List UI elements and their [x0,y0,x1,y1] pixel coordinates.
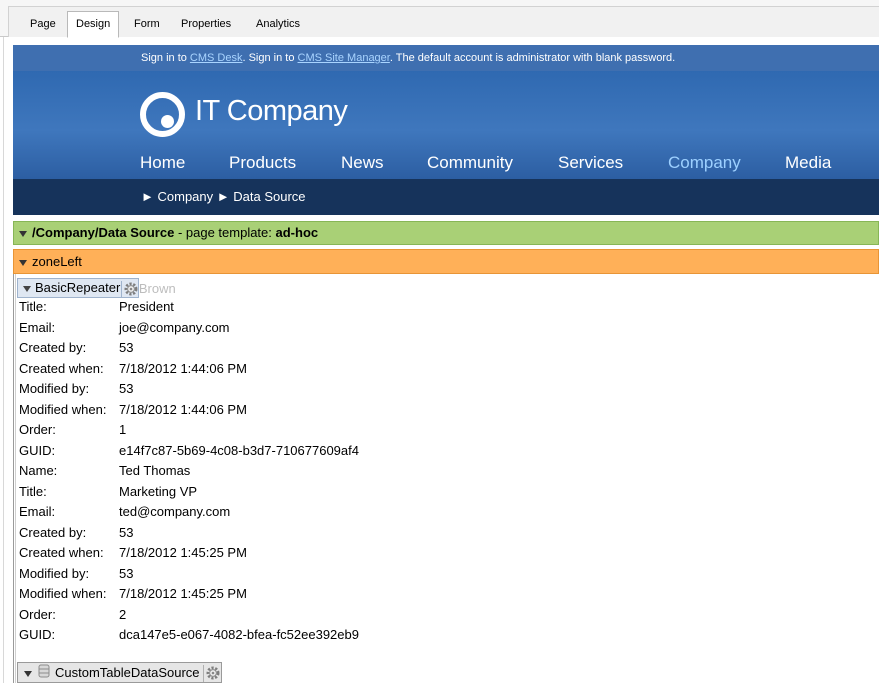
field-label: Modified by: [19,381,90,396]
field-label: GUID: [19,442,56,458]
field-label: Name: [19,463,58,478]
database-icon [37,664,51,683]
datasource-label: CustomTableDataSource [55,665,200,680]
page-frame-line [3,37,4,683]
breadcrumb-separator: ► [216,189,230,204]
field-value: ted@company.com [119,504,231,519]
field-value: 53 [119,381,134,396]
field-label: Title: [19,299,47,314]
webpart-label: BasicRepeater [35,280,121,295]
logo-dot [161,115,174,128]
field-label: Email: [19,504,56,519]
field-value: 7/18/2012 1:45:25 PM [119,545,247,560]
tab-form[interactable]: Form [126,13,168,37]
field-label: Order: [19,606,56,622]
page-template-label: - page template: [174,225,276,240]
gear-icon[interactable] [202,665,221,683]
field-value: 7/18/2012 1:45:25 PM [119,586,247,601]
nav-media[interactable]: Media [785,153,831,173]
signin-text-2: . Sign in to [242,52,298,64]
field-value: 1 [119,422,127,437]
breadcrumb: ► Company ► Data Source [13,179,879,215]
nav-company[interactable]: Company [668,153,741,173]
site-logo-text[interactable]: IT Company [195,95,348,128]
breadcrumb-item-company[interactable]: Company [158,189,214,204]
nav-products[interactable]: Products [229,153,296,173]
field-value: 53 [119,524,134,540]
field-value: 2 [119,606,127,622]
site-header: IT Company Home Products News Community … [13,71,879,179]
cms-desk-link[interactable]: CMS Desk [190,52,243,64]
signin-text-1: Sign in to [141,52,190,64]
triangle-down-icon[interactable] [19,259,27,266]
webpart-header[interactable]: BasicRepeater [17,278,140,298]
field-label: Modified when: [19,586,107,601]
field-label: Created by: [19,524,87,540]
field-label: Created when: [19,545,104,560]
page-template-bar[interactable]: /Company/Data Source - page template: ad… [13,221,879,245]
field-value: 53 [119,565,134,581]
field-label: Modified by: [19,565,90,581]
field-value: dca147e5-e067-4082-bfea-fc52ee392eb9 [119,627,359,642]
breadcrumb-separator: ► [141,189,154,204]
field-label: Order: [19,422,56,437]
signin-text-3: . The default account is administrator w… [389,52,676,64]
tab-page[interactable]: Page [22,13,64,37]
nav-services[interactable]: Services [558,153,623,173]
field-label: Title: [19,483,47,499]
field-value: 7/18/2012 1:44:06 PM [119,360,247,376]
tab-properties[interactable]: Properties [173,13,239,37]
cms-site-manager-link[interactable]: CMS Site Manager [298,52,390,64]
datasource-webpart-header[interactable]: CustomTableDataSource [17,662,222,683]
triangle-down-icon[interactable] [24,670,32,677]
field-value: Marketing VP [119,483,198,499]
field-value: Ted Thomas [119,463,191,478]
field-value: President [119,299,174,314]
field-label: Modified when: [19,401,107,417]
gear-icon[interactable] [121,280,138,297]
editor-tabbar: Page Design Form Properties Analytics [0,0,879,38]
page-path: /Company/Data Source [32,225,175,240]
zone-frame [13,274,16,683]
nav-home[interactable]: Home [140,153,185,173]
signin-notice: Sign in to CMS Desk. Sign in to CMS Site… [13,45,879,71]
field-value: 7/18/2012 1:44:06 PM [119,401,247,417]
zone-bar[interactable]: zoneLeft [13,249,879,274]
tab-design[interactable]: Design [67,11,120,38]
triangle-down-icon[interactable] [19,230,27,237]
field-label: GUID: [19,627,56,642]
field-value: joe@company.com [119,319,230,335]
breadcrumb-item-data-source[interactable]: Data Source [233,189,305,204]
field-value: e14f7c87-5b69-4c08-b3d7-710677609af4 [119,442,359,458]
nav-community[interactable]: Community [427,153,513,173]
zone-label: zoneLeft [32,254,82,269]
field-label: Created when: [19,360,104,376]
field-label: Email: [19,319,56,335]
triangle-down-icon[interactable] [23,285,31,292]
page-template-name: ad-hoc [275,225,319,240]
field-label: Created by: [19,340,87,355]
tab-analytics[interactable]: Analytics [248,13,308,37]
ring-logo-icon[interactable] [140,92,185,137]
nav-news[interactable]: News [341,153,384,173]
field-value: 53 [119,340,134,355]
